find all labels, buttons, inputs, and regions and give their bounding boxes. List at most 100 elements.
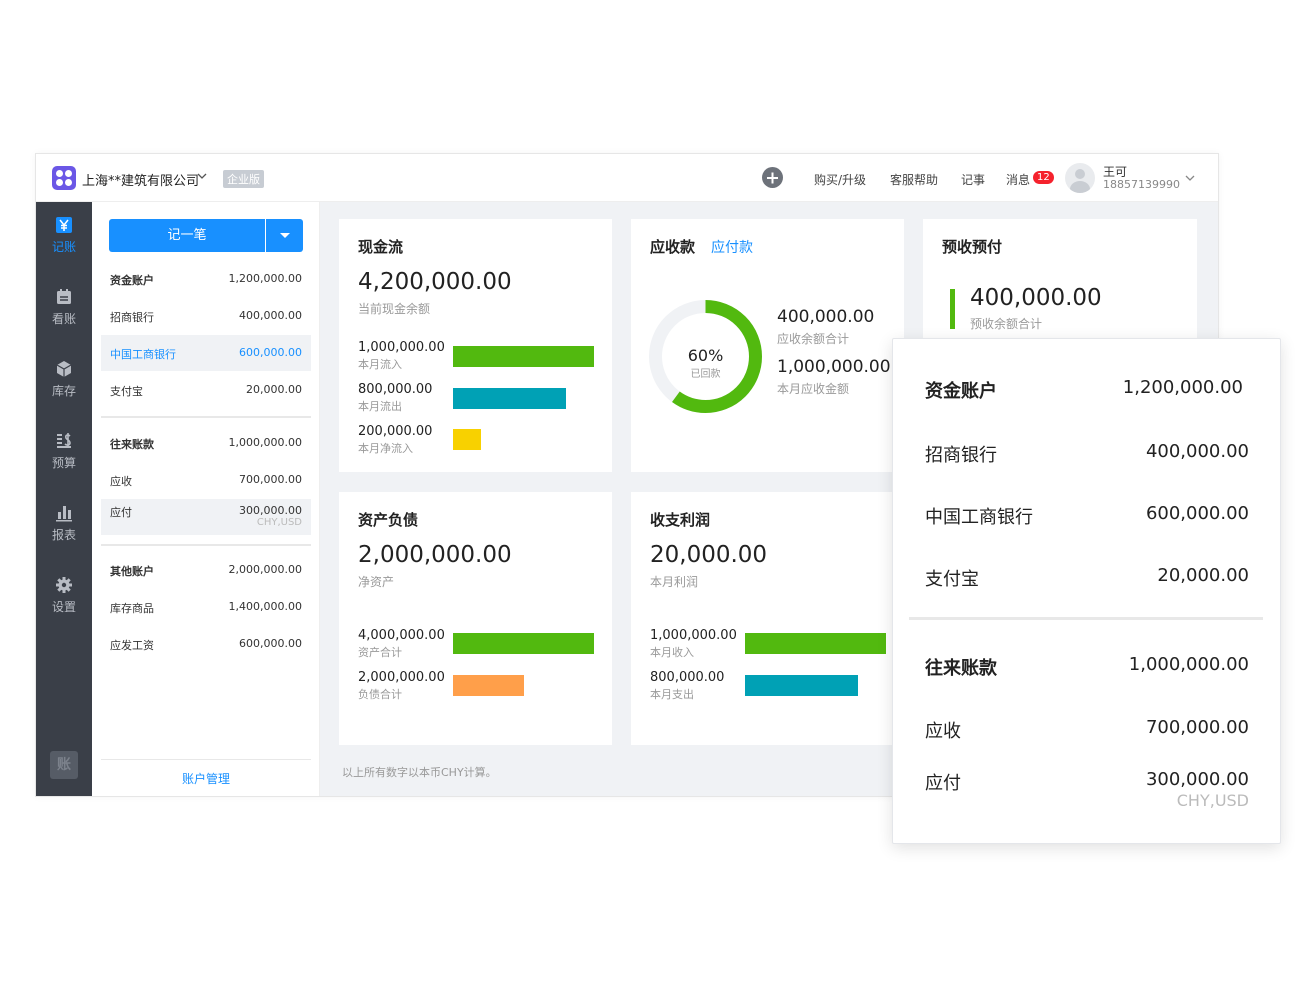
user-phone: 18857139990 bbox=[1103, 178, 1180, 191]
account-row-selected[interactable]: 中国工商银行 600,000.00 bbox=[101, 335, 311, 371]
account-row[interactable]: 库存商品 1,400,000.00 bbox=[101, 589, 311, 625]
box-icon bbox=[56, 361, 72, 377]
detail-value: 400,000.00 bbox=[1145, 441, 1249, 462]
account-row[interactable]: 招商银行 400,000.00 bbox=[101, 298, 311, 334]
bar-label: 本月收入 bbox=[650, 646, 694, 659]
nav-item-budget[interactable]: 预算 bbox=[36, 418, 92, 482]
account-row[interactable]: 其他账户 2,000,000.00 bbox=[101, 552, 311, 588]
receivable-balance: 400,000.00 bbox=[777, 307, 875, 327]
nav-label: 设置 bbox=[51, 600, 76, 614]
detail-value: 600,000.00 bbox=[1145, 503, 1249, 524]
card-total: 2,000,000.00 bbox=[358, 542, 512, 568]
user-chevron-down-icon[interactable] bbox=[1184, 172, 1196, 184]
account-row[interactable]: 应发工资 600,000.00 bbox=[101, 626, 311, 662]
notes-link[interactable]: 记事 bbox=[961, 171, 985, 188]
nav-item-record[interactable]: 记账 bbox=[36, 202, 92, 266]
account-value: 700,000.00 bbox=[239, 473, 302, 486]
account-name: 其他账户 bbox=[110, 565, 154, 578]
card-total-label: 当前现金余额 bbox=[358, 302, 431, 316]
account-row[interactable]: 支付宝 20,000.00 bbox=[101, 372, 311, 408]
detail-name: 招商银行 bbox=[925, 445, 997, 466]
card-total-label: 预收余额合计 bbox=[970, 317, 1043, 331]
account-name: 应发工资 bbox=[110, 639, 154, 652]
avatar[interactable] bbox=[1065, 163, 1095, 193]
account-value: 300,000.00 bbox=[239, 504, 302, 517]
detail-value: 1,000,000.00 bbox=[1128, 654, 1249, 675]
app-logo-icon[interactable] bbox=[52, 166, 76, 190]
nav-item-view[interactable]: 看账 bbox=[36, 274, 92, 338]
account-manage-link[interactable]: 账户管理 bbox=[101, 759, 311, 787]
nav-label: 看账 bbox=[51, 312, 76, 326]
account-name: 库存商品 bbox=[110, 602, 154, 615]
account-row[interactable]: 应收 700,000.00 bbox=[101, 462, 311, 498]
card-title[interactable]: 应收款 bbox=[650, 236, 695, 257]
account-currency: CHY,USD bbox=[256, 517, 302, 528]
card-title: 现金流 bbox=[358, 238, 404, 256]
bar-amount: 800,000.00 bbox=[358, 382, 433, 397]
bar-label: 资产合计 bbox=[358, 646, 402, 659]
account-name: 往来账款 bbox=[110, 438, 154, 451]
income-bar bbox=[745, 633, 886, 654]
account-name: 应付 bbox=[110, 506, 132, 519]
account-row[interactable]: 资金账户 1,200,000.00 bbox=[101, 261, 311, 297]
account-name: 中国工商银行 bbox=[110, 348, 176, 361]
detail-name: 应收 bbox=[925, 721, 961, 742]
detail-value: 20,000.00 bbox=[1157, 565, 1249, 586]
account-value: 20,000.00 bbox=[246, 383, 302, 396]
account-name: 支付宝 bbox=[110, 385, 143, 398]
card-title: 资产负债 bbox=[358, 511, 419, 529]
group-divider bbox=[101, 544, 311, 546]
account-detail-popup: 资金账户 1,200,000.00 招商银行 400,000.00 中国工商银行 60… bbox=[892, 338, 1281, 844]
nav-label: 预算 bbox=[51, 456, 76, 470]
nav-item-inventory[interactable]: 库存 bbox=[36, 346, 92, 410]
profit-card[interactable]: 收支利润 20,000.00 本月利润 1,000,000.00 本月收入 800… bbox=[631, 492, 904, 745]
detail-name: 资金账户 bbox=[925, 381, 997, 402]
bar-amount: 200,000.00 bbox=[358, 424, 433, 439]
nav-item-settings[interactable]: 设置 bbox=[36, 562, 92, 626]
help-link[interactable]: 客服帮助 bbox=[890, 171, 938, 188]
brand-mark-icon: 账 bbox=[50, 751, 78, 779]
detail-name: 中国工商银行 bbox=[925, 507, 1033, 528]
gear-icon bbox=[56, 577, 72, 593]
detail-currency: CHY,USD bbox=[1176, 791, 1249, 810]
receivable-card[interactable]: 应收款 应付款 60% 已回款 400,000.00 应收余额合计 1,000,… bbox=[631, 219, 904, 472]
company-chevron-down-icon[interactable] bbox=[196, 170, 208, 182]
upgrade-link[interactable]: 购买/升级 bbox=[814, 171, 866, 188]
bar-chart-icon bbox=[56, 506, 72, 522]
payable-tab[interactable]: 应付款 bbox=[711, 237, 753, 257]
add-icon[interactable] bbox=[762, 167, 783, 188]
card-total: 400,000.00 bbox=[970, 285, 1102, 311]
monthly-receivable-label: 本月应收金额 bbox=[777, 382, 850, 396]
card-total: 4,200,000.00 bbox=[358, 269, 512, 295]
nav-label: 记账 bbox=[51, 240, 76, 254]
ledger-icon bbox=[57, 289, 71, 304]
record-dropdown-button[interactable] bbox=[266, 219, 303, 252]
bar-amount: 800,000.00 bbox=[650, 670, 725, 685]
record-entry-button[interactable]: 记一笔 bbox=[109, 219, 265, 252]
detail-name: 应付 bbox=[925, 773, 961, 794]
nav-label: 报表 bbox=[51, 528, 76, 542]
bar-label: 本月流出 bbox=[358, 400, 402, 413]
account-row-hover[interactable]: 应付 300,000.00 CHY,USD bbox=[101, 499, 311, 535]
account-row[interactable]: 往来账款 1,000,000.00 bbox=[101, 425, 311, 461]
cashflow-card[interactable]: 现金流 4,200,000.00 当前现金余额 1,000,000.00 本月流入… bbox=[339, 219, 612, 472]
budget-icon bbox=[57, 433, 71, 448]
account-value: 1,200,000.00 bbox=[228, 272, 302, 285]
card-total: 20,000.00 bbox=[650, 542, 768, 568]
company-name[interactable]: 上海**建筑有限公司 bbox=[82, 170, 199, 189]
account-value: 1,000,000.00 bbox=[228, 436, 302, 449]
liabilities-bar bbox=[453, 675, 524, 696]
nav-item-reports[interactable]: 报表 bbox=[36, 490, 92, 554]
edition-badge: 企业版 bbox=[223, 170, 264, 188]
detail-value: 700,000.00 bbox=[1145, 717, 1249, 738]
prepaid-indicator bbox=[950, 289, 955, 329]
outflow-bar bbox=[453, 388, 566, 409]
bar-amount: 4,000,000.00 bbox=[358, 628, 445, 643]
balance-sheet-card[interactable]: 资产负债 2,000,000.00 净资产 4,000,000.00 资产合计 2… bbox=[339, 492, 612, 745]
account-name: 招商银行 bbox=[110, 311, 154, 324]
card-total-label: 净资产 bbox=[358, 575, 395, 589]
account-value: 400,000.00 bbox=[239, 309, 302, 322]
net-inflow-bar bbox=[453, 429, 481, 450]
assets-bar bbox=[453, 633, 594, 654]
messages-link[interactable]: 消息 bbox=[1006, 171, 1030, 188]
